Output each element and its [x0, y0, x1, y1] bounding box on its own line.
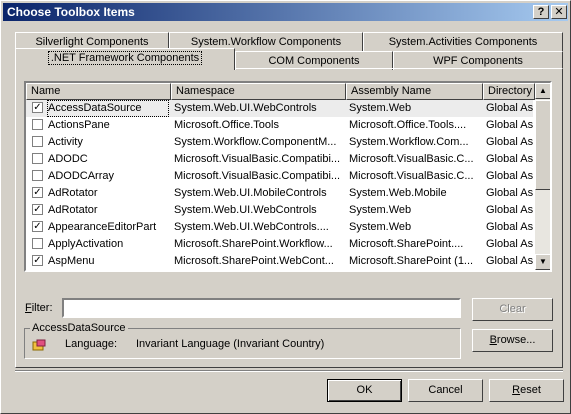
cell-directory: Global Ass — [486, 136, 533, 148]
row-checkbox[interactable] — [32, 119, 43, 130]
cell-name: ADODCArray — [48, 170, 115, 182]
cell-namespace: Microsoft.VisualBasic.Compatibi... — [174, 153, 341, 165]
row-checkbox[interactable]: ✓ — [32, 255, 43, 266]
cell-directory: Global Ass — [486, 221, 533, 233]
column-header-assembly-name[interactable]: Assembly Name — [346, 83, 483, 100]
cell-name: AspMenu — [48, 255, 95, 267]
cell-namespace: System.Web.UI.WebControls.... — [174, 221, 329, 233]
cell-directory: Global Ass — [486, 102, 533, 114]
row-checkbox[interactable] — [32, 153, 43, 164]
cell-directory: Global Ass — [486, 204, 533, 216]
cell-directory: Global Ass — [486, 238, 533, 250]
cell-directory: Global Ass — [486, 255, 533, 267]
scroll-down-button[interactable]: ▼ — [535, 254, 550, 270]
cell-assembly-name: Microsoft.SharePoint (1... — [349, 255, 474, 267]
cell-directory: Global Ass — [486, 187, 533, 199]
cell-assembly-name: System.Workflow.Com... — [349, 136, 469, 148]
tab-system-activities-components[interactable]: System.Activities Components — [363, 32, 563, 51]
table-row[interactable]: ActionsPane Microsoft.Office.Tools Microso… — [26, 117, 533, 134]
table-row[interactable]: ✓ AppearanceEditorPart System.Web.UI.WebCo… — [26, 219, 533, 236]
cell-name: ApplyActivation — [48, 238, 124, 250]
cell-namespace: System.Web.UI.MobileControls — [174, 187, 327, 199]
close-button[interactable]: ✕ — [551, 5, 567, 19]
row-checkbox[interactable] — [32, 136, 43, 147]
cell-assembly-name: System.Web — [349, 221, 412, 233]
cell-namespace: Microsoft.SharePoint.WebCont... — [174, 255, 334, 267]
components-list[interactable]: Name Namespace Assembly Name Directory ✓… — [24, 81, 552, 272]
window-title: Choose Toolbox Items — [7, 5, 135, 19]
cell-name: AccessDataSource — [47, 100, 169, 117]
cell-assembly-name: System.Web — [349, 204, 412, 216]
cell-name: Activity — [48, 136, 83, 148]
cell-name: AdRotator — [48, 187, 98, 199]
cell-namespace: Microsoft.Office.Tools — [174, 119, 279, 131]
scroll-thumb[interactable] — [535, 100, 550, 190]
table-row[interactable]: ApplyActivation Microsoft.SharePoint.Work… — [26, 236, 533, 253]
row-checkbox[interactable] — [32, 170, 43, 181]
cell-directory: Global Ass — [486, 170, 533, 182]
row-checkbox[interactable]: ✓ — [32, 187, 43, 198]
row-checkbox[interactable]: ✓ — [32, 204, 43, 215]
table-row[interactable]: Activity System.Workflow.ComponentM... Sys… — [26, 134, 533, 151]
row-checkbox[interactable] — [32, 238, 43, 249]
cell-namespace: Microsoft.SharePoint.Workflow... — [174, 238, 333, 250]
column-header-directory[interactable]: Directory — [483, 83, 535, 100]
cell-directory: Global Ass — [486, 153, 533, 165]
cell-assembly-name: Microsoft.Office.Tools.... — [349, 119, 467, 131]
help-button[interactable]: ? — [533, 5, 549, 19]
cell-assembly-name: System.Web.Mobile — [349, 187, 447, 199]
cell-name: ADODC — [48, 153, 88, 165]
separator — [15, 370, 563, 372]
ok-button[interactable]: OK — [327, 379, 402, 402]
cell-namespace: System.Web.UI.WebControls — [174, 204, 317, 216]
row-checkbox[interactable]: ✓ — [32, 102, 43, 113]
cell-name: AppearanceEditorPart — [48, 221, 157, 233]
cell-name: AdRotator — [48, 204, 98, 216]
table-row[interactable]: ADODC Microsoft.VisualBasic.Compatibi... M… — [26, 151, 533, 168]
table-row[interactable]: ✓ AdRotator System.Web.UI.WebControls Syste… — [26, 202, 533, 219]
cell-assembly-name: System.Web — [349, 102, 412, 114]
scroll-up-button[interactable]: ▲ — [535, 83, 550, 99]
cell-namespace: System.Workflow.ComponentM... — [174, 136, 337, 148]
cell-directory: Global Ass — [486, 119, 533, 131]
cell-name: ActionsPane — [48, 119, 110, 131]
title-bar[interactable]: Choose Toolbox Items ? ✕ — [3, 3, 568, 21]
table-row[interactable]: ✓ AccessDataSource System.Web.UI.WebContro… — [26, 100, 533, 117]
reset-button[interactable]: Reset — [489, 379, 564, 402]
cell-assembly-name: Microsoft.VisualBasic.C... — [349, 170, 474, 182]
column-header-namespace[interactable]: Namespace — [171, 83, 346, 100]
tab-net-framework-components[interactable]: .NET Framework Components — [15, 48, 235, 70]
table-row[interactable]: ✓ AspMenu Microsoft.SharePoint.WebCont... M… — [26, 253, 533, 270]
table-row[interactable]: ADODCArray Microsoft.VisualBasic.Compatib… — [26, 168, 533, 185]
cell-namespace: Microsoft.VisualBasic.Compatibi... — [174, 170, 341, 182]
column-header-name[interactable]: Name — [26, 83, 171, 100]
table-row[interactable]: ✓ AdRotator System.Web.UI.MobileControls Sy… — [26, 185, 533, 202]
cancel-button[interactable]: Cancel — [408, 379, 483, 402]
cell-assembly-name: Microsoft.VisualBasic.C... — [349, 153, 474, 165]
vertical-scrollbar[interactable]: ▲ ▼ — [535, 83, 550, 270]
cell-assembly-name: Microsoft.SharePoint.... — [349, 238, 464, 250]
cell-namespace: System.Web.UI.WebControls — [174, 102, 317, 114]
choose-toolbox-items-dialog: Choose Toolbox Items ? ✕ Silverlight Com… — [0, 0, 571, 414]
row-checkbox[interactable]: ✓ — [32, 221, 43, 232]
